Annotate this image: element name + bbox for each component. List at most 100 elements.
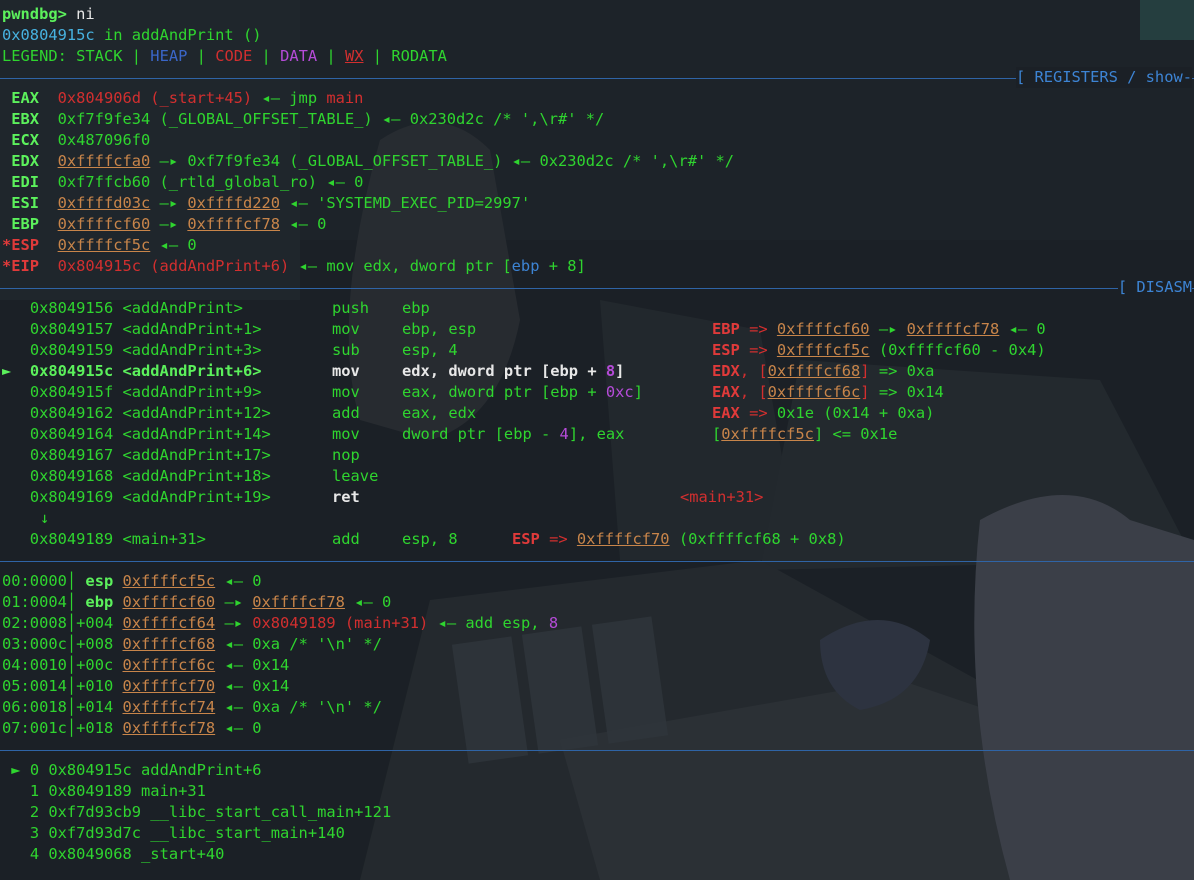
register-name: *EIP (2, 257, 58, 275)
stack-index: 07:001c (2, 719, 67, 737)
text-fragment: 0x1e (0x14 + 0xa) (776, 404, 935, 422)
text-fragment: esp, 4 (402, 341, 458, 359)
prompt-label: pwndbg> (2, 5, 77, 23)
text-fragment: ◂— 0 (150, 236, 197, 254)
disasm-instruction: mov (332, 361, 360, 382)
disasm-operands: ebp (402, 298, 430, 319)
disasm-arrow (2, 404, 30, 422)
disasm-opcode: sub (332, 341, 360, 359)
disasm-opcode: mov (332, 425, 360, 443)
stack-divider: │ (66, 719, 77, 737)
text-fragment: ◂— mov edx, dword ptr [ (289, 257, 512, 275)
disasm-symbol: <addAndPrint+14> (113, 425, 271, 443)
text-fragment: esp, 8 (402, 530, 458, 548)
current-function: addAndPrint () (131, 26, 262, 44)
legend-rodata: RODATA (391, 47, 447, 65)
text-fragment: eax, edx (402, 404, 477, 422)
stack-offset: +010 (76, 677, 123, 695)
text-fragment: 0xffffcf70 (122, 677, 216, 695)
disasm-address: 0x8049157 (29, 320, 114, 338)
text-fragment: 0xffffcf68 (122, 635, 216, 653)
register-row: *EIP 0x804915c (addAndPrint+6) ◂— mov ed… (2, 256, 586, 277)
backtrace-frame-number: 1 (29, 782, 49, 800)
text-fragment: ◂— 'SYSTEMD_EXEC_PID=2997' (280, 194, 531, 212)
text-fragment: 0xffffcf74 (122, 698, 216, 716)
text-fragment: ◂— 0xa /* '\n' */ (215, 698, 382, 716)
disasm-address: 0x8049168 (29, 467, 114, 485)
disasm-symbol: <addAndPrint+9> (113, 383, 262, 401)
legend-line: LEGEND: STACK | HEAP | CODE | DATA | WX … (2, 46, 447, 67)
stack-divider: │ (66, 593, 77, 611)
legend-heap: HEAP (150, 47, 188, 65)
disasm-instruction: nop (332, 445, 360, 466)
register-name: EAX (2, 89, 58, 107)
text-fragment: | (252, 47, 281, 65)
disasm-instruction: mov (332, 382, 360, 403)
text-fragment: ] (860, 383, 870, 401)
location-line: 0x0804915c in addAndPrint () (2, 25, 261, 46)
disasm-row: ► 0x804915c <addAndPrint+6> (2, 361, 261, 382)
backtrace-frame-number: 0 (29, 761, 49, 779)
stack-index: 02:0008 (2, 614, 67, 632)
text-fragment: ] (615, 362, 625, 380)
disasm-instruction: leave (332, 466, 378, 487)
text-fragment: —▸ (215, 593, 253, 611)
disasm-jump-target: 0x8049189 <main+31> (2, 529, 206, 550)
down-arrow-icon: ↓ (40, 509, 50, 527)
text-fragment: eax, dword ptr [ (402, 383, 551, 401)
text-fragment: ], eax (568, 425, 625, 443)
disasm-arrow (2, 320, 30, 338)
text-fragment: 0xffffcf6c (767, 383, 861, 401)
registers-separator (0, 77, 1194, 79)
legend-label: LEGEND: (2, 47, 77, 65)
disasm-operands: edx, dword ptr [ebp + 8] (402, 361, 624, 382)
register-row: ESI 0xffffd03c —▸ 0xffffd220 ◂— 'SYSTEMD… (2, 193, 530, 214)
disasm-annotation: [0xffffcf5c] <= 0x1e (712, 424, 897, 445)
register-name: EDX (2, 152, 58, 170)
text-fragment: ◂— 0 (215, 572, 262, 590)
backtrace-symbol: _start+40 (131, 845, 225, 863)
disasm-arrow (2, 341, 30, 359)
text-fragment: ] <= 0x1e (813, 425, 898, 443)
stack-divider: │ (66, 656, 77, 674)
disasm-row: 0x8049156 <addAndPrint> (2, 298, 243, 319)
disasm-instruction: push (332, 298, 369, 319)
disasm-operands: esp, 8 (402, 529, 458, 550)
disasm-address: 0x8049159 (29, 341, 114, 359)
text-fragment: + (578, 362, 606, 380)
pwndbg-terminal[interactable]: pwndbg> ni 0x0804915c in addAndPrint () LE… (0, 0, 1194, 880)
stack-row: 04:0010│+00c 0xffffcf6c ◂— 0x14 (2, 655, 289, 676)
backtrace-address: 0xf7d93cb9 (48, 803, 142, 821)
disasm-annotation: ESP => 0xffffcf5c (0xffffcf60 - 0x4) (712, 340, 1046, 361)
backtrace-address: 0x8049189 (48, 782, 132, 800)
backtrace-address: 0x8049068 (48, 845, 132, 863)
prompt-command: ni (76, 5, 95, 23)
disasm-row: 0x8049169 <addAndPrint+19> (2, 487, 271, 508)
disasm-operands: eax, edx (402, 403, 476, 424)
text-fragment: 0xffffcf5c (122, 572, 216, 590)
text-fragment: | (122, 47, 151, 65)
disasm-annotation: EAX => 0x1e (0x14 + 0xa) (712, 403, 934, 424)
legend-code: CODE (215, 47, 253, 65)
text-fragment: 0xffffcf78 (122, 719, 216, 737)
text-fragment: ESP (712, 341, 740, 359)
stack-offset: +014 (76, 698, 123, 716)
text-fragment: 0x8049189 (main+31) (252, 614, 429, 632)
stack-index: 03:000c (2, 635, 67, 653)
stack-offset: +004 (76, 614, 123, 632)
backtrace-separator (0, 749, 1194, 751)
disasm-arrow (2, 299, 30, 317)
backtrace-address: 0xf7d93d7c (48, 824, 142, 842)
backtrace-arrow: ► (2, 761, 30, 779)
disasm-arrow (2, 446, 30, 464)
register-name: ECX (2, 131, 58, 149)
text-fragment: EAX (712, 383, 740, 401)
disasm-symbol: <addAndPrint> (113, 299, 243, 317)
disasm-instruction: ret (332, 487, 360, 508)
disasm-instruction: add (332, 403, 360, 424)
text-fragment: 0xffffcf68 (767, 362, 861, 380)
backtrace-frame-number: 4 (29, 845, 49, 863)
disasm-arrow (2, 488, 30, 506)
disasm-opcode: push (332, 299, 370, 317)
disasm-symbol: <addAndPrint+12> (113, 404, 271, 422)
